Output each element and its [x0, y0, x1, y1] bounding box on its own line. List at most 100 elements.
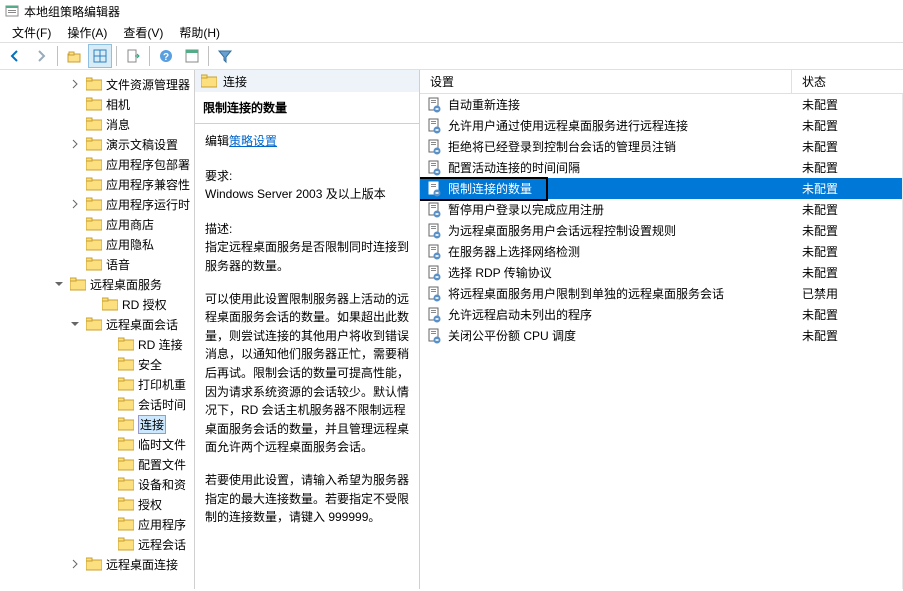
- tree-item-label: 打印机重: [138, 376, 186, 393]
- details-header-label: 连接: [223, 73, 247, 90]
- toolbar: ?: [0, 42, 903, 70]
- policy-state: 未配置: [792, 159, 902, 176]
- policy-name: 选择 RDP 传输协议: [448, 264, 552, 281]
- list-row[interactable]: 允许远程启动未列出的程序 未配置: [420, 304, 902, 325]
- app-icon: [4, 3, 20, 19]
- list-row[interactable]: 允许用户通过使用远程桌面服务进行远程连接 未配置: [420, 115, 902, 136]
- list-row[interactable]: 为远程桌面服务用户会话远程控制设置规则未配置: [420, 220, 902, 241]
- tree-item[interactable]: 远程桌面服务: [0, 274, 194, 294]
- tree-item[interactable]: 应用程序包部署: [0, 154, 194, 174]
- tree-item[interactable]: 打印机重: [0, 374, 194, 394]
- tree-item[interactable]: RD 授权: [0, 294, 194, 314]
- column-setting[interactable]: 设置: [420, 70, 792, 93]
- tree-item-label: 文件资源管理器: [106, 76, 190, 93]
- tree-item[interactable]: RD 连接: [0, 334, 194, 354]
- tree-item-label: 临时文件: [138, 436, 186, 453]
- tree-toggle-icon[interactable]: [54, 279, 70, 289]
- details-body: 编辑策略设置 要求: Windows Server 2003 及以上版本 描述:…: [195, 124, 419, 535]
- tree-item[interactable]: 临时文件: [0, 434, 194, 454]
- export-button[interactable]: [121, 44, 145, 68]
- column-state[interactable]: 状态: [792, 73, 903, 90]
- policy-state: 未配置: [792, 201, 902, 218]
- tree-item-label: 设备和资: [138, 476, 186, 493]
- list-row[interactable]: 关闭公平份额 CPU 调度未配置: [420, 325, 902, 346]
- tree-item[interactable]: 配置文件: [0, 454, 194, 474]
- tree-item[interactable]: 应用隐私: [0, 234, 194, 254]
- tree-item[interactable]: 语音: [0, 254, 194, 274]
- properties-button[interactable]: [180, 44, 204, 68]
- edit-label: 编辑: [205, 134, 229, 148]
- policy-name: 配置活动连接的时间间隔: [448, 159, 580, 176]
- toolbar-separator: [57, 46, 58, 66]
- policy-state: 未配置: [792, 306, 902, 323]
- tree-item[interactable]: 安全: [0, 354, 194, 374]
- menu-action[interactable]: 操作(A): [59, 22, 115, 43]
- details-panel: 连接 限制连接的数量 编辑策略设置 要求: Windows Server 200…: [195, 70, 420, 589]
- tree-item-label: 语音: [106, 256, 130, 273]
- tree-item-label: 相机: [106, 96, 130, 113]
- tree-item[interactable]: 远程桌面会话: [0, 314, 194, 334]
- nav-back-button[interactable]: [3, 44, 27, 68]
- toolbar-separator: [116, 46, 117, 66]
- folder-icon: [201, 74, 217, 88]
- help-button[interactable]: ?: [154, 44, 178, 68]
- tree-item-label: RD 授权: [122, 296, 167, 313]
- tree-item[interactable]: 相机: [0, 94, 194, 114]
- requirements-text: Windows Server 2003 及以上版本: [205, 185, 409, 204]
- policy-state: 未配置: [792, 117, 902, 134]
- menu-file[interactable]: 文件(F): [4, 22, 59, 43]
- tree-item[interactable]: 授权: [0, 494, 194, 514]
- tree-item[interactable]: 演示文稿设置: [0, 134, 194, 154]
- list-row[interactable]: 选择 RDP 传输协议 未配置: [420, 262, 902, 283]
- tree-item[interactable]: 应用程序: [0, 514, 194, 534]
- tree-item[interactable]: 会话时间: [0, 394, 194, 414]
- menu-view[interactable]: 查看(V): [115, 22, 171, 43]
- tree-item-label: 授权: [138, 496, 162, 513]
- policy-name: 允许用户通过使用远程桌面服务进行远程连接: [448, 117, 688, 134]
- list-row[interactable]: 暂停用户登录以完成应用注册未配置: [420, 199, 902, 220]
- tree-toggle-icon[interactable]: [70, 199, 86, 209]
- policy-name: 允许远程启动未列出的程序: [448, 306, 592, 323]
- edit-policy-link[interactable]: 策略设置: [229, 134, 277, 148]
- window-title: 本地组策略编辑器: [24, 3, 120, 20]
- tree-item[interactable]: 应用商店: [0, 214, 194, 234]
- tree-item[interactable]: 设备和资: [0, 474, 194, 494]
- toolbar-separator: [208, 46, 209, 66]
- tree-item-label: 演示文稿设置: [106, 136, 178, 153]
- description-label: 描述:: [205, 220, 409, 239]
- tree-item[interactable]: 连接: [0, 414, 194, 434]
- list-row[interactable]: 拒绝将已经登录到控制台会话的管理员注销未配置: [420, 136, 902, 157]
- tree-panel[interactable]: 文件资源管理器相机消息演示文稿设置应用程序包部署应用程序兼容性应用程序运行时应用…: [0, 70, 195, 589]
- nav-forward-button[interactable]: [29, 44, 53, 68]
- policy-name: 为远程桌面服务用户会话远程控制设置规则: [448, 222, 676, 239]
- list-body[interactable]: 自动重新连接未配置允许用户通过使用远程桌面服务进行远程连接未配置拒绝将已经登录到…: [420, 94, 903, 589]
- list-row[interactable]: 限制连接的数量未配置: [420, 178, 902, 199]
- tree-item-label: 应用程序: [138, 516, 186, 533]
- policy-state: 未配置: [792, 243, 902, 260]
- description-text-3: 若要使用此设置，请输入希望为服务器指定的最大连接数量。若要指定不受限制的连接数量…: [205, 471, 409, 527]
- tree-toggle-icon[interactable]: [70, 139, 86, 149]
- menu-help[interactable]: 帮助(H): [171, 22, 228, 43]
- tree-item[interactable]: 应用程序运行时: [0, 194, 194, 214]
- up-button[interactable]: [62, 44, 86, 68]
- tree-item-label: 应用隐私: [106, 236, 154, 253]
- view-mode-button[interactable]: [88, 44, 112, 68]
- tree-item[interactable]: 消息: [0, 114, 194, 134]
- tree-toggle-icon[interactable]: [70, 319, 86, 329]
- tree-item[interactable]: 应用程序兼容性: [0, 174, 194, 194]
- list-row[interactable]: 将远程桌面服务用户限制到单独的远程桌面服务会话已禁用: [420, 283, 902, 304]
- policy-state: 未配置: [792, 264, 902, 281]
- tree-item-label: 应用程序包部署: [106, 156, 190, 173]
- tree-item-label: 消息: [106, 116, 130, 133]
- tree-item[interactable]: 远程桌面连接: [0, 554, 194, 574]
- tree-item[interactable]: 文件资源管理器: [0, 74, 194, 94]
- list-row[interactable]: 在服务器上选择网络检测未配置: [420, 241, 902, 262]
- filter-button[interactable]: [213, 44, 237, 68]
- tree-item[interactable]: 远程会话: [0, 534, 194, 554]
- main-area: 文件资源管理器相机消息演示文稿设置应用程序包部署应用程序兼容性应用程序运行时应用…: [0, 70, 903, 589]
- menubar: 文件(F) 操作(A) 查看(V) 帮助(H): [0, 22, 903, 42]
- list-row[interactable]: 自动重新连接未配置: [420, 94, 902, 115]
- tree-toggle-icon[interactable]: [70, 79, 86, 89]
- tree-toggle-icon[interactable]: [70, 559, 86, 569]
- list-row[interactable]: 配置活动连接的时间间隔 未配置: [420, 157, 902, 178]
